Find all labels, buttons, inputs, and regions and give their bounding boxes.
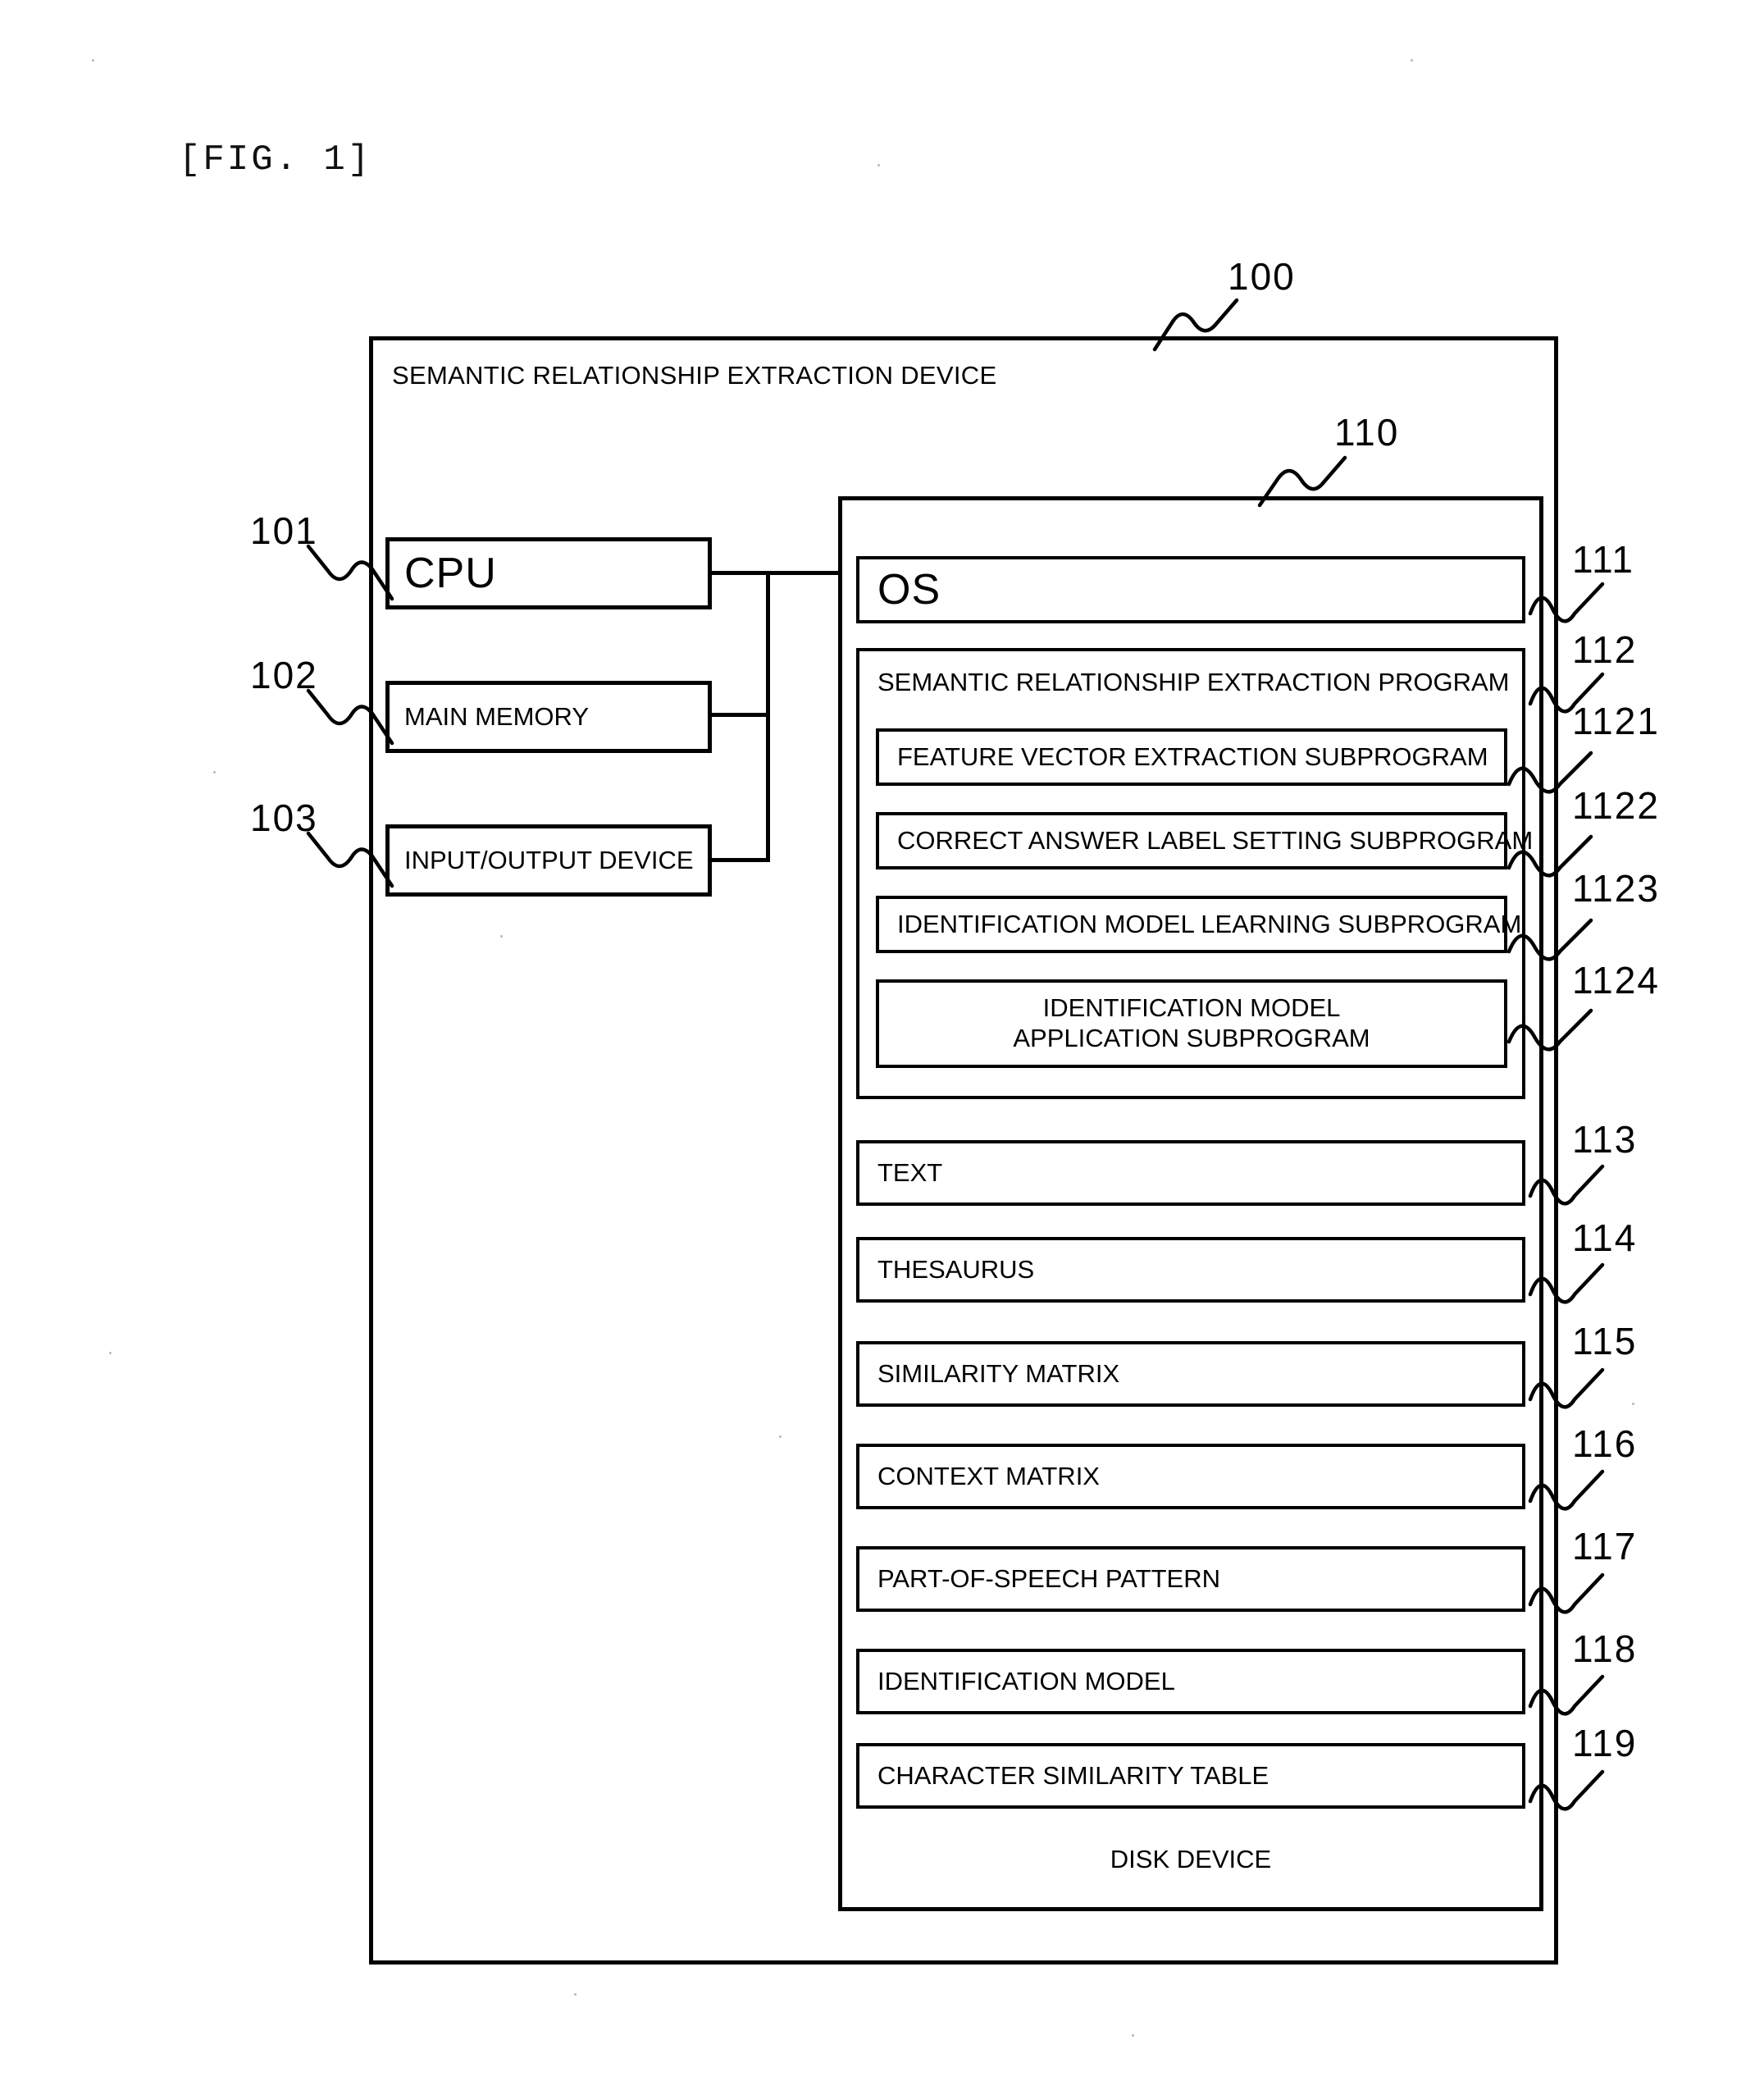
reference-numeral-116: 116	[1572, 1422, 1638, 1465]
main-memory-label: MAIN MEMORY	[404, 702, 590, 731]
reference-numeral-115: 115	[1572, 1320, 1638, 1362]
scan-speckle	[92, 59, 94, 62]
input-output-device-label: INPUT/OUTPUT DEVICE	[404, 846, 694, 874]
figure-caption: [FIG. 1]	[179, 139, 372, 180]
os-label: OS	[877, 566, 941, 614]
data-store-3-label: CONTEXT MATRIX	[877, 1462, 1100, 1490]
reference-numeral-119: 119	[1572, 1722, 1638, 1764]
scan-speckle	[877, 164, 880, 167]
disk-device-label: DISK DEVICE	[1110, 1845, 1272, 1873]
reference-numeral-1124: 1124	[1572, 959, 1660, 1002]
character-similarity-table-box: CHARACTER SIMILARITY TABLE	[856, 1743, 1525, 1809]
part-of-speech-pattern-box: PART-OF-SPEECH PATTERN	[856, 1546, 1525, 1612]
subprogram-4-label: IDENTIFICATION MODEL APPLICATION SUBPROG…	[1013, 993, 1370, 1053]
scan-speckle	[1411, 59, 1413, 62]
device-title: SEMANTIC RELATIONSHIP EXTRACTION DEVICE	[392, 361, 997, 390]
data-store-4-label: PART-OF-SPEECH PATTERN	[877, 1564, 1220, 1593]
data-store-6-label: CHARACTER SIMILARITY TABLE	[877, 1761, 1269, 1790]
thesaurus-box: THESAURUS	[856, 1237, 1525, 1303]
reference-numeral-111: 111	[1572, 538, 1634, 581]
text-box: TEXT	[856, 1140, 1525, 1206]
subprogram-1-label: FEATURE VECTOR EXTRACTION SUBPROGRAM	[897, 742, 1488, 771]
scan-speckle	[500, 935, 503, 938]
leader-line-119	[1528, 1769, 1605, 1811]
leader-line-115	[1528, 1367, 1605, 1409]
cpu-box: CPU	[385, 537, 712, 609]
reference-numeral-112: 112	[1572, 628, 1638, 671]
leader-line-117	[1528, 1572, 1605, 1614]
bus-wire-cpu	[712, 571, 841, 575]
reference-numeral-1121: 1121	[1572, 700, 1660, 742]
scan-speckle	[109, 1352, 112, 1354]
reference-numeral-103: 103	[250, 796, 318, 839]
reference-numeral-100: 100	[1228, 255, 1296, 298]
subprogram-2-label: CORRECT ANSWER LABEL SETTING SUBPROGRAM	[897, 826, 1534, 855]
identification-model-application-subprogram-box: IDENTIFICATION MODEL APPLICATION SUBPROG…	[876, 979, 1507, 1068]
main-memory-box: MAIN MEMORY	[385, 681, 712, 753]
subprogram-3-label: IDENTIFICATION MODEL LEARNING SUBPROGRAM	[897, 910, 1522, 938]
scan-speckle	[1632, 1403, 1634, 1405]
leader-line-103	[306, 831, 394, 888]
leader-line-102	[306, 688, 394, 746]
os-box: OS	[856, 556, 1525, 623]
identification-model-box: IDENTIFICATION MODEL	[856, 1649, 1525, 1714]
program-label: SEMANTIC RELATIONSHIP EXTRACTION PROGRAM	[877, 668, 1510, 696]
scan-speckle	[779, 1435, 782, 1438]
data-store-2-label: SIMILARITY MATRIX	[877, 1359, 1120, 1388]
data-store-5-label: IDENTIFICATION MODEL	[877, 1667, 1175, 1695]
reference-numeral-118: 118	[1572, 1627, 1638, 1670]
correct-answer-label-setting-subprogram-box: CORRECT ANSWER LABEL SETTING SUBPROGRAM	[876, 812, 1533, 869]
reference-numeral-114: 114	[1572, 1216, 1638, 1259]
identification-model-learning-subprogram-box: IDENTIFICATION MODEL LEARNING SUBPROGRAM	[876, 896, 1521, 953]
context-matrix-box: CONTEXT MATRIX	[856, 1444, 1525, 1509]
scan-speckle	[213, 771, 216, 774]
reference-numeral-101: 101	[250, 509, 318, 552]
feature-vector-extraction-subprogram-box: FEATURE VECTOR EXTRACTION SUBPROGRAM	[876, 728, 1507, 786]
subprogram-4-label-line2: APPLICATION SUBPROGRAM	[1013, 1024, 1370, 1052]
data-store-1-label: THESAURUS	[877, 1255, 1035, 1284]
similarity-matrix-box: SIMILARITY MATRIX	[856, 1341, 1525, 1407]
reference-numeral-1122: 1122	[1572, 784, 1660, 827]
input-output-device-box: INPUT/OUTPUT DEVICE	[385, 824, 712, 897]
scan-speckle	[574, 1993, 577, 1996]
leader-line-1124	[1506, 1008, 1593, 1052]
reference-numeral-113: 113	[1572, 1118, 1638, 1161]
reference-numeral-110: 110	[1334, 411, 1400, 454]
scan-speckle	[1132, 2034, 1134, 2037]
reference-numeral-117: 117	[1572, 1525, 1638, 1568]
bus-wire-main-memory	[712, 713, 770, 717]
data-store-0-label: TEXT	[877, 1158, 943, 1187]
subprogram-4-label-line1: IDENTIFICATION MODEL	[1042, 993, 1341, 1023]
reference-numeral-1123: 1123	[1572, 867, 1660, 910]
leader-line-101	[306, 544, 394, 601]
patent-figure-page: [FIG. 1] SEMANTIC RELATIONSHIP EXTRACTIO…	[0, 0, 1764, 2081]
reference-numeral-102: 102	[250, 654, 318, 696]
bus-wire-input-output	[712, 858, 770, 862]
